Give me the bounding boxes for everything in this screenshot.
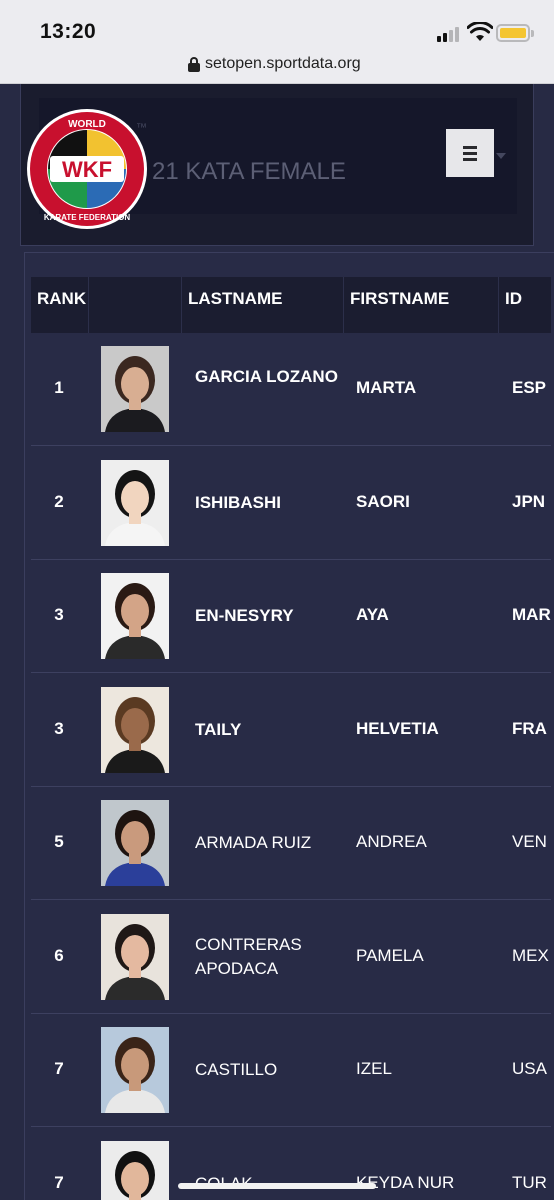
firstname-cell: KEYDA NUR [356, 1172, 455, 1192]
athlete-photo[interactable] [101, 459, 169, 546]
table-row[interactable]: 2 ISHIBASHI SAORI JPN [31, 447, 551, 560]
address-bar[interactable]: setopen.sportdata.org [0, 50, 554, 84]
home-indicator [178, 1183, 376, 1189]
lastname-cell: EN-NESYRY [195, 606, 294, 625]
battery-icon [496, 24, 530, 42]
column-header-lastname[interactable]: LASTNAME [182, 277, 344, 333]
table-row[interactable]: 1 GARCIA LOZANO MARTA ESP [31, 333, 551, 446]
logo-text-top: WORLD [68, 119, 106, 130]
athlete-photo[interactable] [101, 913, 169, 1000]
table-row[interactable]: 7COLAKKEYDA NURTUR [31, 1128, 551, 1200]
athlete-photo[interactable] [101, 573, 169, 659]
athlete-photo[interactable] [101, 1027, 169, 1113]
firstname-cell: PAMELA [356, 945, 424, 965]
rank-cell: 3 [54, 718, 64, 738]
column-header-firstname[interactable]: FIRSTNAME [344, 277, 499, 333]
country-id-cell: ESP [512, 378, 547, 397]
athlete-photo[interactable] [101, 800, 169, 886]
wifi-icon [467, 22, 493, 41]
caret-down-icon[interactable] [496, 153, 506, 159]
column-header-id[interactable]: ID [499, 277, 554, 333]
rank-cell: 5 [54, 832, 64, 851]
table-row[interactable]: 3 TAILY HELVETIA FRA [31, 674, 551, 787]
firstname-cell: ANDREA [356, 832, 427, 851]
category-title: 21 KATA FEMALE [152, 158, 346, 185]
rank-cell: 7 [54, 1059, 64, 1078]
lastname-cell: CASTILLO [195, 1060, 278, 1079]
country-id-cell: JPN [512, 491, 546, 511]
country-id-cell: VEN [512, 832, 547, 851]
rank-cell: 6 [54, 945, 64, 965]
logo-text-bottom: KARATE FEDERATION [44, 213, 131, 222]
firstname-cell: SAORI [356, 491, 410, 511]
wkf-logo[interactable]: WKF WORLD KARATE FEDERATION [26, 108, 148, 230]
rank-cell: 1 [54, 378, 64, 397]
lastname-cell: CONTRERAS APODACA [195, 934, 302, 978]
status-bar: 13:20 [0, 0, 554, 50]
column-header-rank[interactable]: RANK [31, 277, 89, 333]
country-id-cell: MEX [512, 945, 549, 965]
firstname-cell: HELVETIA [356, 718, 439, 738]
signal-icon [437, 24, 463, 42]
lastname-cell: ISHIBASHI [195, 492, 281, 512]
athlete-photo[interactable] [101, 686, 169, 773]
firstname-cell: IZEL [356, 1059, 392, 1078]
table-row[interactable]: 7 CASTILLO IZEL USA [31, 1014, 551, 1127]
rank-cell: 2 [54, 491, 64, 511]
logo-text-mid: WKF [62, 157, 112, 182]
url-text[interactable]: setopen.sportdata.org [205, 55, 361, 73]
rank-cell: 3 [54, 605, 64, 624]
lastname-cell: TAILY [195, 719, 242, 739]
firstname-cell: MARTA [356, 378, 417, 397]
menu-icon [463, 146, 477, 149]
table-row[interactable]: 5 ARMADA RUIZ ANDREA VEN [31, 787, 551, 900]
lastname-cell: GARCIA LOZANO [195, 367, 338, 386]
menu-button[interactable] [446, 129, 494, 177]
status-time: 13:20 [40, 20, 97, 43]
firstname-cell: AYA [356, 605, 389, 624]
athlete-photo[interactable] [101, 346, 169, 432]
country-id-cell: TUR [512, 1172, 547, 1192]
table-header: RANK LASTNAME FIRSTNAME ID [31, 277, 551, 333]
country-id-cell: FRA [512, 718, 547, 738]
results-panel: RANK LASTNAME FIRSTNAME ID 1 GARCIA LOZAN… [24, 252, 554, 1200]
table-row[interactable]: 6 CONTRERAS APODACA PAMELA MEX [31, 901, 551, 1014]
lastname-cell: ARMADA RUIZ [195, 833, 312, 852]
table-row[interactable]: 3 EN-NESYRY AYA MAR [31, 560, 551, 673]
rank-cell: 7 [54, 1172, 64, 1192]
lock-icon [188, 57, 200, 72]
country-id-cell: MAR [512, 605, 551, 624]
country-id-cell: USA [512, 1059, 547, 1078]
athlete-photo[interactable] [101, 1140, 169, 1200]
column-header-photo [89, 277, 182, 333]
